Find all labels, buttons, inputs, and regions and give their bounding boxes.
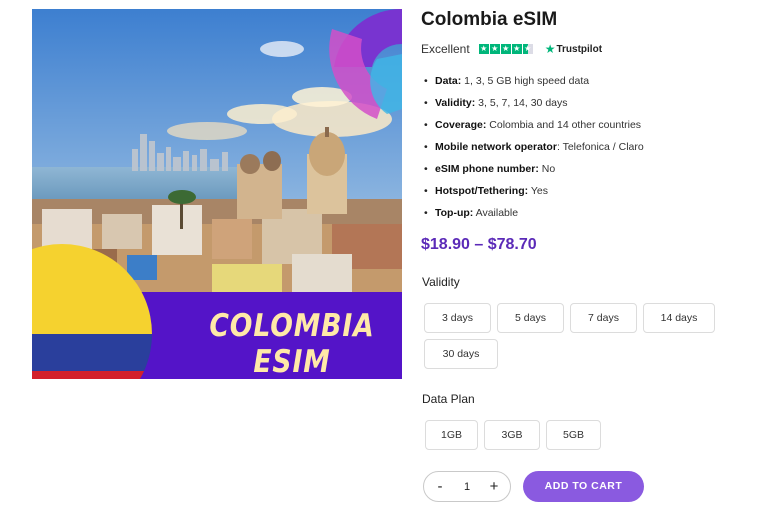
product-specs-list: Data: 1, 3, 5 GB high speed data Validit… xyxy=(424,70,644,224)
star-icon: ★ xyxy=(478,44,489,54)
validity-option-7-days[interactable]: 7 days xyxy=(570,303,637,333)
increase-quantity-button[interactable]: + xyxy=(488,478,500,495)
spec-value: Yes xyxy=(528,185,548,197)
quantity-value[interactable]: 1 xyxy=(464,481,470,493)
validity-option-5-days[interactable]: 5 days xyxy=(497,303,564,333)
spec-key: Data: xyxy=(435,75,462,87)
spec-value: No xyxy=(538,163,556,175)
spec-key: eSIM phone number: xyxy=(435,163,539,175)
decrease-quantity-button[interactable]: - xyxy=(434,478,446,495)
spec-item: Hotspot/Tethering: Yes xyxy=(424,180,644,202)
product-title: Colombia eSIM xyxy=(421,9,558,30)
spec-value: Colombia and 14 other countries xyxy=(486,119,642,131)
spec-value: : Telefonica / Claro xyxy=(556,141,644,153)
star-rating: ★ ★ ★ ★ ★ xyxy=(478,44,533,54)
star-icon: ★ xyxy=(489,44,500,54)
trustpilot-logo: ★ Trustpilot xyxy=(545,42,602,56)
spec-value: 3, 5, 7, 14, 30 days xyxy=(475,97,568,109)
data-plan-option-1gb[interactable]: 1GB xyxy=(425,420,478,450)
image-banner-line2: ESIM xyxy=(253,344,331,379)
trustpilot-name: Trustpilot xyxy=(556,43,603,55)
image-banner-line1: COLOMBIA xyxy=(209,308,375,344)
add-to-cart-button[interactable]: ADD TO CART xyxy=(523,471,644,502)
product-image[interactable]: COLOMBIA ESIM xyxy=(32,9,402,379)
spec-value: Available xyxy=(473,207,519,219)
spec-key: Coverage: xyxy=(435,119,487,131)
trustpilot-star-icon: ★ xyxy=(544,42,556,56)
quantity-stepper: - 1 + xyxy=(423,471,511,502)
spec-key: Validity: xyxy=(435,97,476,109)
validity-label: Validity xyxy=(422,275,460,289)
validity-option-3-days[interactable]: 3 days xyxy=(424,303,491,333)
data-plan-option-3gb[interactable]: 3GB xyxy=(484,420,540,450)
validity-option-30-days[interactable]: 30 days xyxy=(424,339,498,369)
rating-widget[interactable]: Excellent ★ ★ ★ ★ ★ ★ Trustpilot xyxy=(421,41,602,57)
spec-item: Coverage: Colombia and 14 other countrie… xyxy=(424,114,644,136)
half-star-icon: ★ xyxy=(522,44,533,54)
spec-item: Mobile network operator: Telefonica / Cl… xyxy=(424,136,644,158)
spec-item: eSIM phone number: No xyxy=(424,158,644,180)
spec-key: Hotspot/Tethering: xyxy=(435,185,529,197)
spec-item: Validity: 3, 5, 7, 14, 30 days xyxy=(424,92,644,114)
price-range: $18.90 – $78.70 xyxy=(421,236,537,253)
spec-key: Top-up: xyxy=(435,207,474,219)
data-plan-option-5gb[interactable]: 5GB xyxy=(546,420,601,450)
star-icon: ★ xyxy=(511,44,522,54)
validity-option-14-days[interactable]: 14 days xyxy=(643,303,715,333)
spec-item: Top-up: Available xyxy=(424,202,644,224)
rating-label: Excellent xyxy=(421,42,470,56)
data-plan-label: Data Plan xyxy=(422,392,475,406)
spec-item: Data: 1, 3, 5 GB high speed data xyxy=(424,70,644,92)
star-icon: ★ xyxy=(500,44,511,54)
spec-value: 1, 3, 5 GB high speed data xyxy=(461,75,590,87)
spec-key: Mobile network operator xyxy=(435,141,557,153)
